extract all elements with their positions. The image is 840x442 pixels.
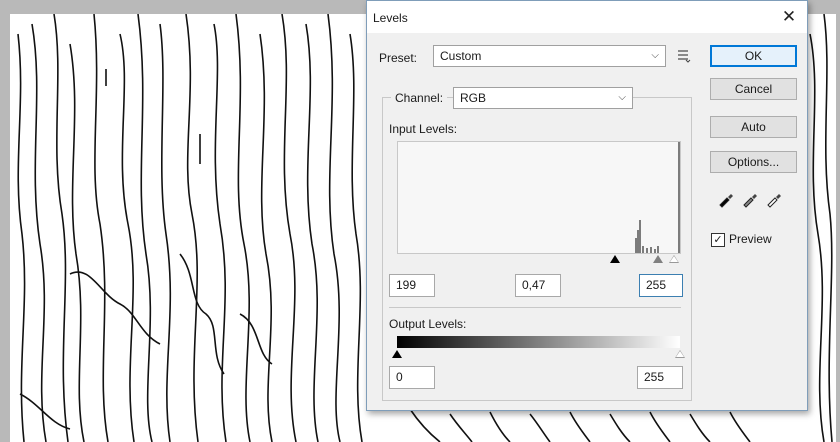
output-levels-label: Output Levels: — [389, 317, 467, 331]
dialog-title: Levels — [373, 11, 408, 25]
preset-value: Custom — [440, 49, 482, 63]
input-black-field[interactable]: 199 — [389, 274, 435, 297]
channel-value: RGB — [460, 91, 487, 105]
preview-checkbox[interactable]: ✓ — [711, 233, 725, 247]
black-eyedropper-icon[interactable] — [717, 190, 735, 208]
output-black-slider[interactable] — [392, 350, 402, 358]
gray-eyedropper-icon[interactable] — [741, 190, 759, 208]
dialog-titlebar[interactable]: Levels ✕ — [367, 1, 807, 33]
auto-button[interactable]: Auto — [710, 116, 797, 138]
input-black-slider[interactable] — [610, 255, 620, 263]
input-white-slider[interactable] — [669, 255, 679, 263]
options-button[interactable]: Options... — [710, 151, 797, 173]
preset-select[interactable]: Custom ⌵ — [433, 45, 666, 67]
chevron-down-icon: ⌵ — [651, 50, 659, 61]
channel-label: Channel: — [391, 91, 448, 105]
white-eyedropper-icon[interactable] — [765, 190, 783, 208]
preview-label: Preview — [729, 232, 772, 246]
ok-button[interactable]: OK — [710, 45, 797, 67]
output-gradient-bar — [397, 336, 680, 348]
levels-divider — [389, 307, 681, 308]
channel-select[interactable]: RGB ⌵ — [453, 87, 633, 109]
close-icon[interactable]: ✕ — [775, 5, 803, 29]
input-gamma-field[interactable]: 0,47 — [515, 274, 561, 297]
histogram — [397, 141, 681, 254]
preset-options-icon[interactable] — [675, 47, 691, 63]
output-white-slider[interactable] — [675, 350, 685, 358]
chevron-down-icon: ⌵ — [618, 92, 626, 103]
input-white-field[interactable]: 255 — [639, 274, 683, 297]
cancel-button[interactable]: Cancel — [710, 78, 797, 100]
levels-dialog: Levels ✕ Preset: Custom ⌵ OK Cancel Auto… — [366, 0, 808, 411]
preset-label: Preset: — [379, 51, 418, 65]
input-levels-label: Input Levels: — [389, 122, 458, 136]
input-gamma-slider[interactable] — [653, 255, 663, 263]
output-black-field[interactable]: 0 — [389, 366, 435, 389]
output-white-field[interactable]: 255 — [637, 366, 683, 389]
